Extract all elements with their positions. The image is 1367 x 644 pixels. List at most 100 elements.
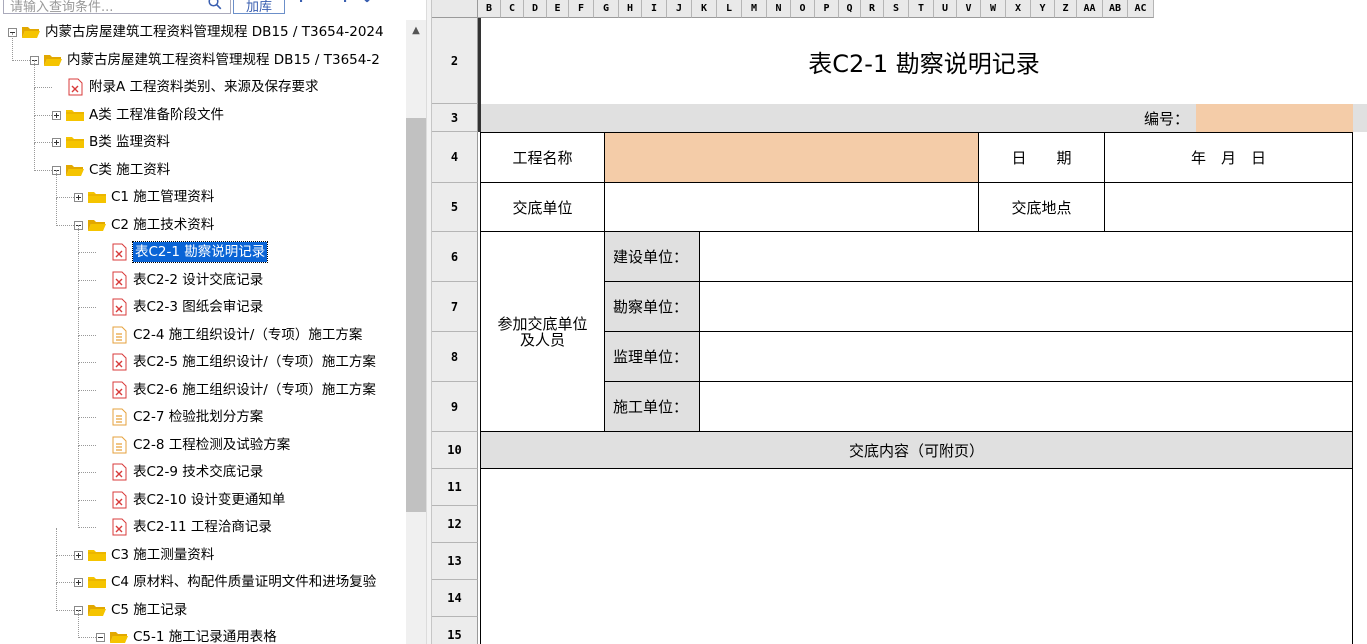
column-header[interactable]: W (981, 0, 1006, 18)
number-input[interactable] (1196, 104, 1353, 132)
column-header[interactable]: O (791, 0, 815, 18)
row-header[interactable]: 10 (432, 432, 478, 469)
load-button[interactable]: 加库 (233, 0, 285, 15)
tree-node[interactable]: C1 施工管理资料 (0, 170, 406, 207)
row-header[interactable]: 11 (432, 469, 478, 506)
row-header[interactable]: 5 (432, 183, 478, 232)
row-header[interactable]: 3 (432, 104, 478, 132)
column-header[interactable]: E (547, 0, 569, 18)
row-header[interactable]: 14 (432, 580, 478, 617)
expand-icon[interactable] (74, 578, 83, 587)
column-header[interactable]: U (934, 0, 957, 18)
column-header[interactable]: AC (1128, 0, 1154, 18)
column-header[interactable]: I (642, 0, 667, 18)
handover-unit-input[interactable] (604, 183, 978, 232)
scroll-up-arrow-icon[interactable]: ▲ (409, 24, 423, 38)
column-header[interactable]: AA (1077, 0, 1103, 18)
tree-connector (56, 527, 57, 556)
remove-icon[interactable]: − (314, 0, 332, 8)
tree-node[interactable]: C5-1 施工记录通用表格 (0, 610, 406, 644)
collapse-icon[interactable] (96, 633, 105, 642)
project-name-input[interactable] (604, 132, 978, 183)
column-header[interactable]: N (767, 0, 791, 18)
tree-node[interactable]: 内蒙古房屋建筑工程资料管理规程 DB15 / T3654-2024 (0, 22, 406, 42)
tree-node[interactable]: C3 施工测量资料 (0, 527, 406, 565)
tree-node[interactable]: A类 工程准备阶段文件 (0, 87, 406, 125)
tree-node[interactable]: C2 施工技术资料 (0, 197, 406, 235)
column-header[interactable]: F (569, 0, 594, 18)
add-icon[interactable]: + (292, 0, 310, 8)
tree-node[interactable]: C类 施工资料 (0, 142, 406, 180)
tree-connector (56, 554, 74, 556)
tree-node[interactable]: 表C2-1 勘察说明记录 (0, 225, 406, 263)
tree-node[interactable]: C2-7 检验批划分方案 (0, 390, 406, 427)
column-header[interactable]: M (742, 0, 767, 18)
row-header[interactable]: 9 (432, 382, 478, 432)
tree-connector (78, 500, 79, 528)
tree-node-label: B类 监理资料 (89, 134, 171, 150)
search-icon[interactable] (208, 0, 222, 10)
handover-place-input[interactable] (1104, 183, 1353, 232)
tree-node-label: C类 施工资料 (89, 161, 171, 178)
survey-unit-input[interactable] (699, 282, 1353, 332)
column-header[interactable]: S (884, 0, 909, 18)
column-header[interactable]: B (478, 0, 501, 18)
expand-icon[interactable] (52, 110, 61, 120)
column-header[interactable]: Y (1031, 0, 1055, 18)
column-header[interactable]: R (861, 0, 884, 18)
construction-unit-input[interactable] (699, 232, 1353, 282)
tree-node[interactable]: C5 施工记录 (0, 582, 406, 620)
supervision-unit-label: 监理单位： (604, 332, 699, 382)
date-field[interactable]: 年 月 日 (1104, 132, 1353, 183)
search-input[interactable]: 请输入查询条件... (3, 0, 231, 14)
contractor-unit-input[interactable] (699, 382, 1353, 432)
row-header[interactable]: 4 (432, 132, 478, 183)
tree-node[interactable]: 表C2-3 图纸会审记录 (0, 280, 406, 317)
row-header[interactable]: 8 (432, 332, 478, 382)
tree-node-label: 表C2-9 技术交底记录 (133, 464, 264, 480)
row-header[interactable]: 12 (432, 506, 478, 543)
select-all-corner[interactable] (432, 0, 478, 18)
tree-node[interactable]: 表C2-10 设计变更通知单 (0, 472, 406, 510)
tree-node[interactable]: C2-4 施工组织设计/（专项）施工方案 (0, 307, 406, 345)
tree-scrollbar-thumb[interactable] (406, 118, 426, 512)
tree-node[interactable]: 表C2-6 施工组织设计/（专项）施工方案 (0, 362, 406, 400)
column-header[interactable]: T (909, 0, 934, 18)
tree-node[interactable]: 表C2-9 技术交底记录 (0, 445, 406, 482)
column-header[interactable]: X (1006, 0, 1031, 18)
column-header[interactable]: Z (1055, 0, 1077, 18)
row-header[interactable]: 2 (432, 18, 478, 104)
arrow-down-icon[interactable]: ↓ (358, 0, 376, 8)
tree-node[interactable]: 附录A 工程资料类别、来源及保存要求 (0, 60, 406, 97)
column-header[interactable]: J (667, 0, 692, 18)
row-header[interactable]: 15 (432, 617, 478, 644)
column-header[interactable]: G (594, 0, 619, 18)
expand-icon[interactable] (74, 550, 83, 560)
expand-icon[interactable] (74, 193, 83, 202)
row-header[interactable]: 7 (432, 282, 478, 332)
handover-content-area[interactable] (480, 469, 1353, 644)
row-header[interactable]: 13 (432, 543, 478, 580)
tree-node[interactable]: 内蒙古房屋建筑工程资料管理规程 DB15 / T3654-2 (0, 32, 406, 70)
tree-node[interactable]: B类 监理资料 (0, 115, 406, 152)
column-header[interactable]: V (957, 0, 981, 18)
arrow-up-icon[interactable]: ↑ (336, 0, 354, 8)
form-title[interactable]: 表C2-1 勘察说明记录 (478, 18, 1367, 104)
column-header[interactable]: AB (1103, 0, 1128, 18)
tree-node[interactable]: C2-8 工程检测及试验方案 (0, 417, 406, 455)
column-header[interactable]: P (815, 0, 839, 18)
tree-node[interactable]: C4 原材料、构配件质量证明文件和进场复验 (0, 555, 406, 592)
row-header[interactable]: 6 (432, 232, 478, 282)
column-header[interactable]: L (717, 0, 742, 18)
column-header[interactable]: D (524, 0, 547, 18)
tree-connector (78, 417, 79, 446)
column-header[interactable]: K (692, 0, 717, 18)
column-header[interactable]: Q (839, 0, 861, 18)
expand-icon[interactable] (52, 138, 61, 147)
tree-node[interactable]: 表C2-11 工程洽商记录 (0, 500, 406, 537)
tree-node[interactable]: 表C2-5 施工组织设计/（专项）施工方案 (0, 335, 406, 372)
column-header[interactable]: H (619, 0, 642, 18)
tree-node[interactable]: 表C2-2 设计交底记录 (0, 252, 406, 290)
column-header[interactable]: C (501, 0, 524, 18)
supervision-unit-input[interactable] (699, 332, 1353, 382)
